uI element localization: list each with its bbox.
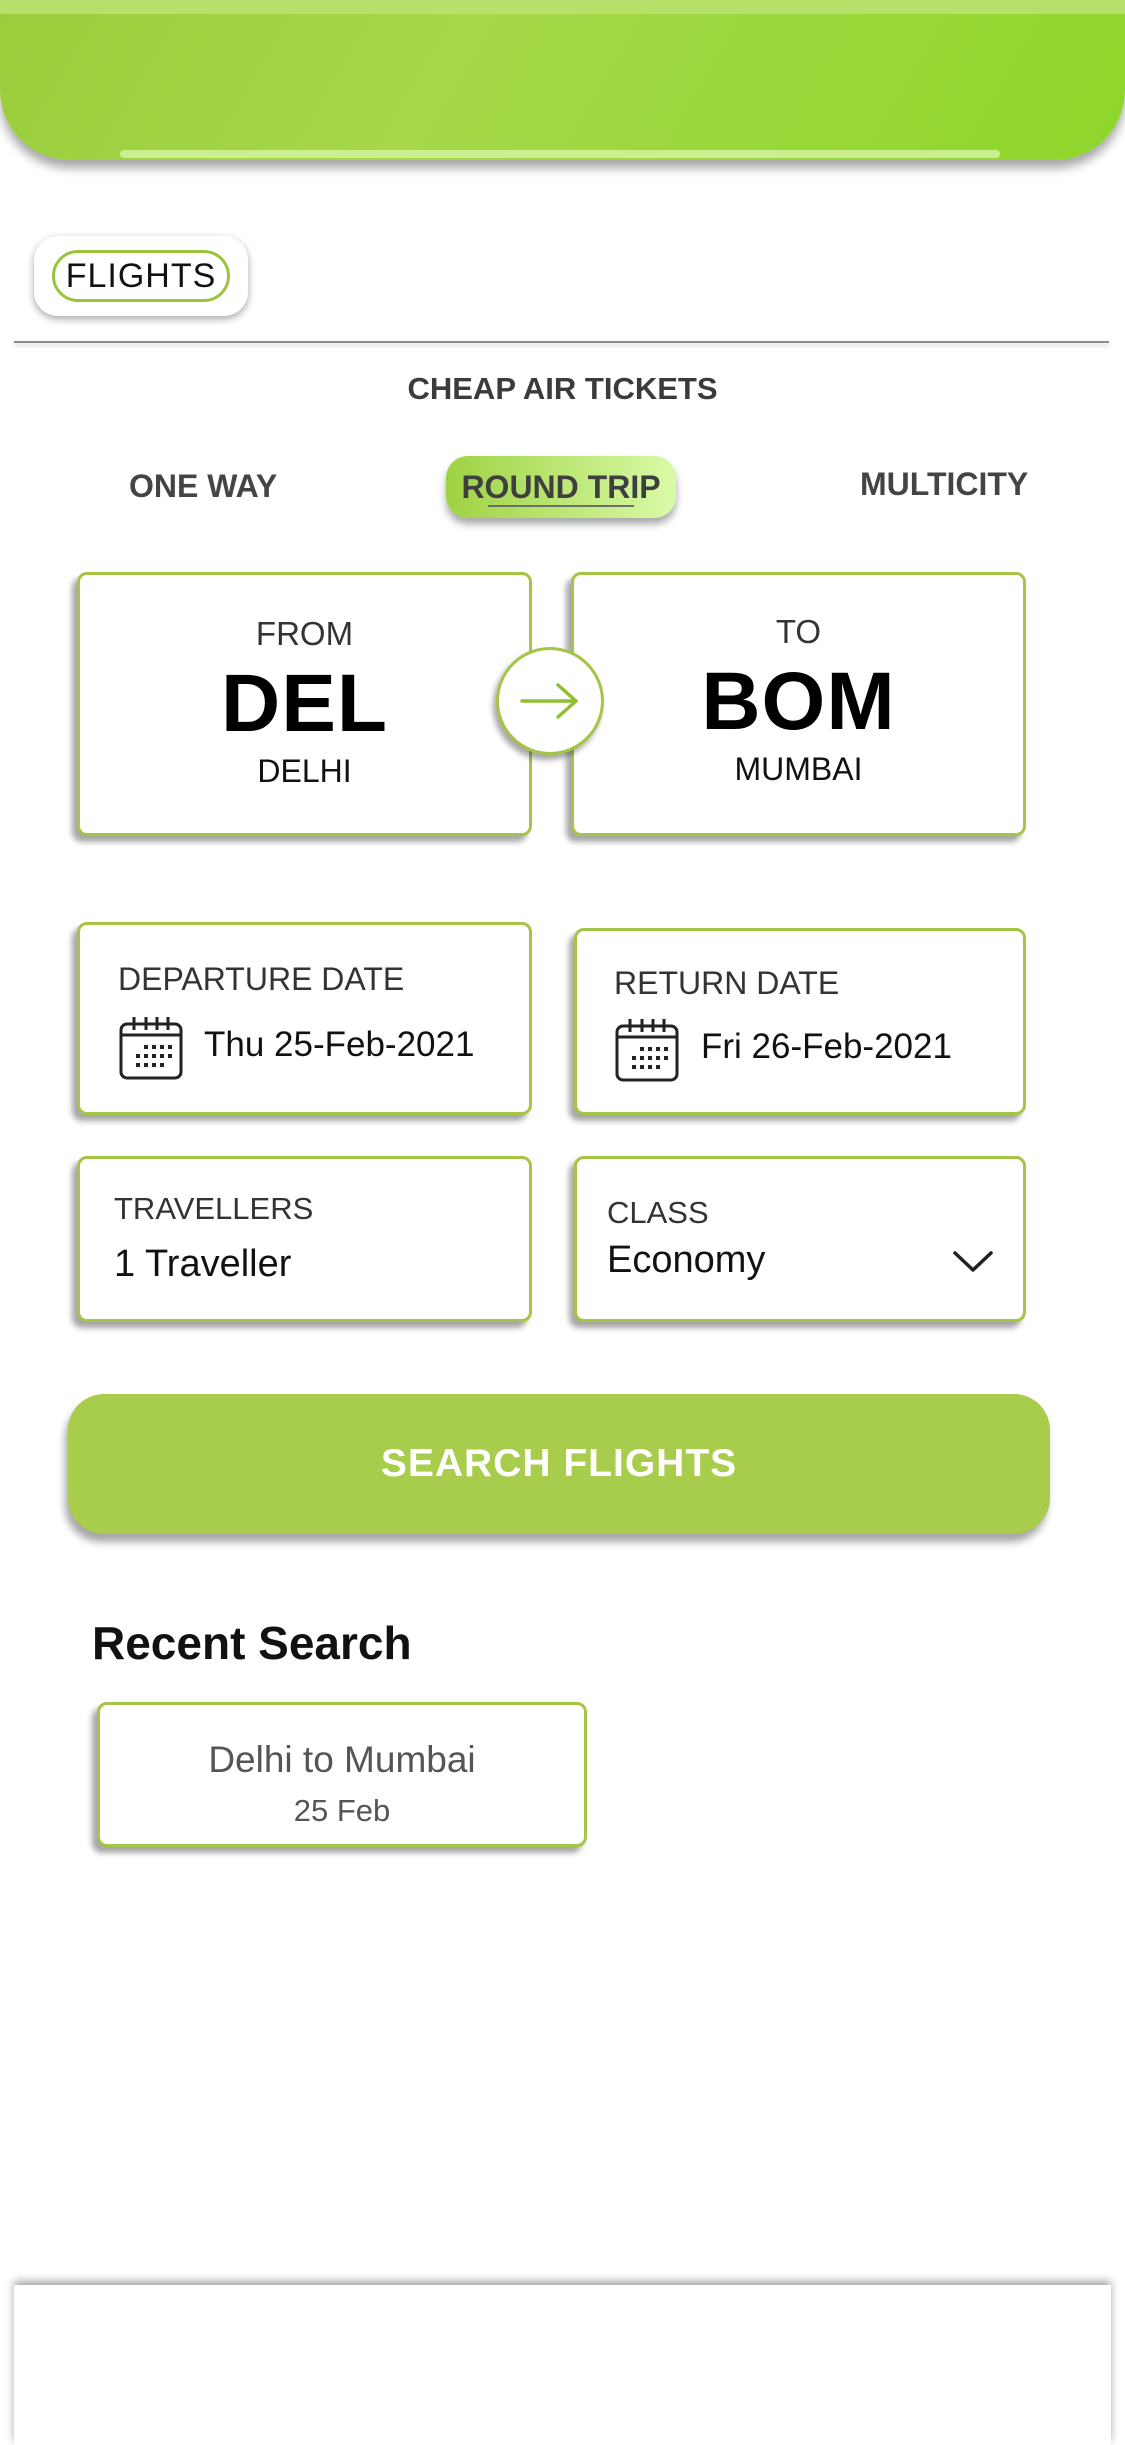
departure-date-value: Thu 25-Feb-2021 — [204, 1025, 475, 1064]
travellers-field[interactable]: TRAVELLERS 1 Traveller — [77, 1156, 532, 1322]
header-top-edge — [0, 0, 1125, 14]
recent-search-date: 25 Feb — [293, 1793, 391, 1828]
recent-search-title: Recent Search — [92, 1617, 412, 1669]
chevron-down-icon — [953, 1251, 993, 1272]
header-highlight — [120, 150, 1000, 158]
calendar-icon — [119, 1017, 183, 1080]
bottom-navigation-bar — [14, 2285, 1111, 2445]
tab-multicity[interactable]: MULTICITY — [860, 466, 1028, 503]
from-airport-code: DEL — [221, 658, 388, 749]
tab-one-way[interactable]: ONE WAY — [129, 468, 277, 505]
travellers-label: TRAVELLERS — [114, 1191, 314, 1226]
class-value: Economy — [607, 1239, 766, 1281]
return-date-label: RETURN DATE — [614, 965, 840, 1001]
from-city-name: DELHI — [257, 753, 352, 789]
departure-date-label: DEPARTURE DATE — [118, 961, 405, 997]
tab-round-trip-underline — [488, 505, 634, 507]
from-label: FROM — [255, 615, 354, 652]
swap-airports-button[interactable] — [496, 647, 604, 755]
return-date-field[interactable]: RETURN DATE Fri 26-Feb-2021 — [574, 928, 1026, 1115]
calendar-icon — [615, 1019, 679, 1082]
recent-search-item[interactable]: Delhi to Mumbai 25 Feb — [97, 1702, 587, 1847]
tab-round-trip[interactable]: ROUND TRIP — [446, 456, 676, 518]
class-label: CLASS — [607, 1195, 709, 1230]
app-header — [0, 0, 1125, 160]
arrow-right-icon — [520, 683, 578, 719]
recent-search-route: Delhi to Mumbai — [208, 1739, 476, 1780]
to-airport-code: BOM — [701, 656, 896, 747]
to-airport-card[interactable]: TO BOM MUMBAI — [571, 572, 1026, 836]
search-flights-button[interactable]: SEARCH FLIGHTS — [68, 1394, 1050, 1534]
page-subtitle: CHEAP AIR TICKETS — [407, 371, 718, 406]
departure-date-field[interactable]: DEPARTURE DATE Thu 25-Feb-2021 — [77, 922, 532, 1115]
tab-round-trip-label: ROUND TRIP — [461, 468, 661, 505]
travellers-value: 1 Traveller — [114, 1243, 292, 1285]
from-airport-card[interactable]: FROM DEL DELHI — [77, 572, 532, 836]
return-date-value: Fri 26-Feb-2021 — [701, 1027, 952, 1066]
class-select[interactable]: CLASS Economy — [574, 1156, 1026, 1322]
flights-chip[interactable]: FLIGHTS — [52, 250, 230, 302]
to-city-name: MUMBAI — [734, 751, 863, 787]
to-label: TO — [775, 613, 822, 650]
divider — [14, 341, 1109, 343]
